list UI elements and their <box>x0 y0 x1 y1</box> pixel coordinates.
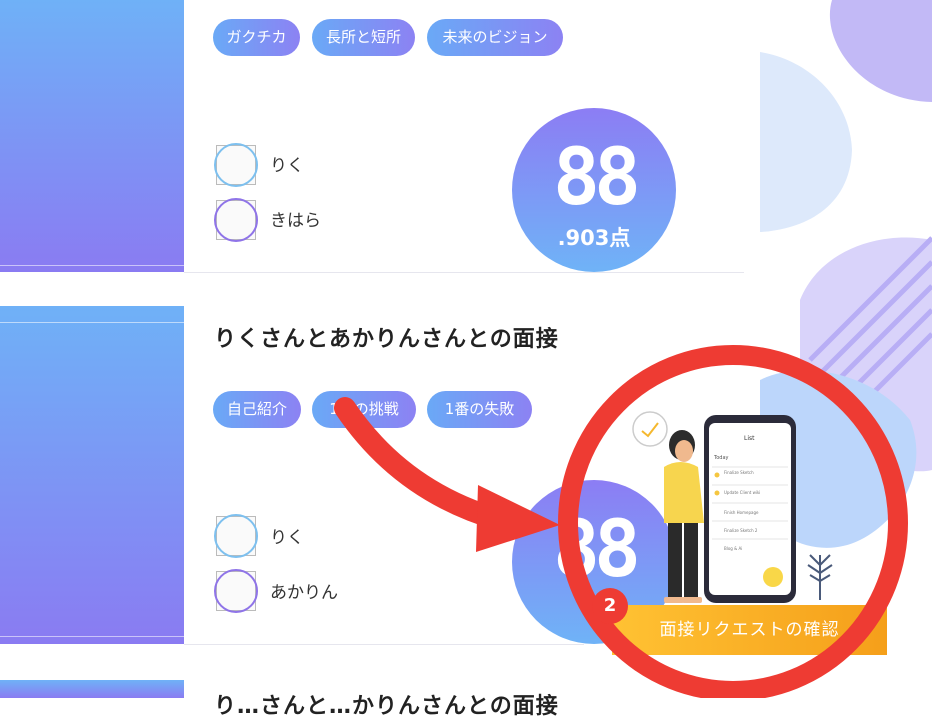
annotation-overlay <box>334 345 908 698</box>
annotation-arrow <box>334 397 511 531</box>
annotation-arrowhead <box>476 485 560 552</box>
annotation-circle <box>558 345 908 698</box>
notification-badge: 2 <box>592 588 628 624</box>
